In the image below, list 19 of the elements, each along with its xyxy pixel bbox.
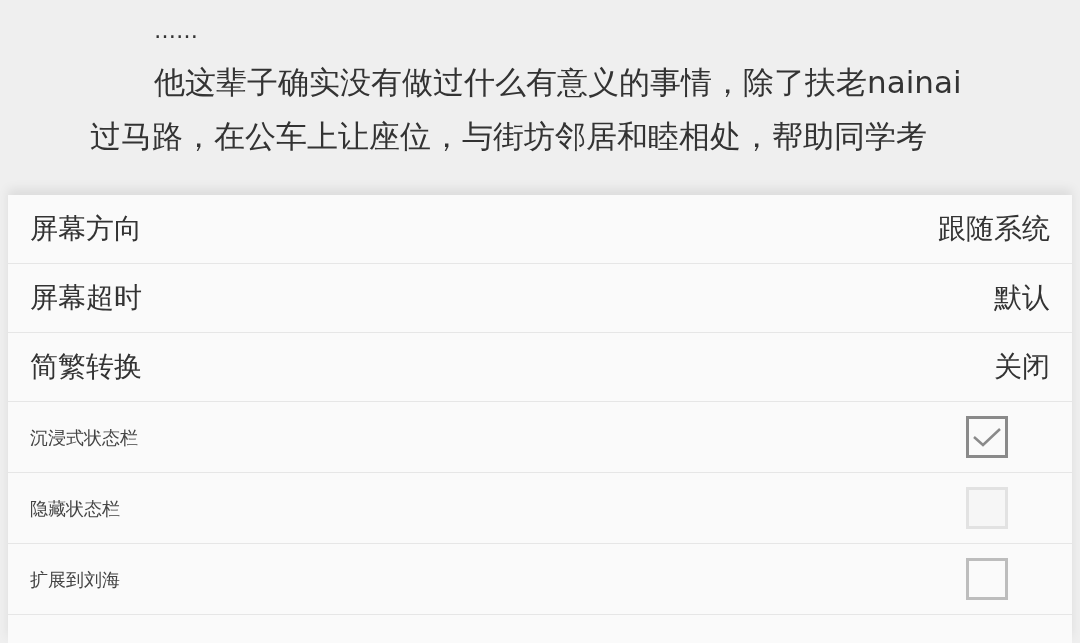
setting-label: 沉浸式状态栏 [30, 425, 138, 450]
setting-value: 默认 [994, 280, 1050, 316]
setting-value: 跟随系统 [938, 211, 1050, 247]
checkbox[interactable] [966, 558, 1008, 600]
checkmark-icon [972, 426, 1002, 448]
setting-label: 扩展到刘海 [30, 567, 120, 592]
story-paragraph: 他这辈子确实没有做过什么有意义的事情，除了扶老nainai过马路，在公车上让座位，与街坊邻居和睦相处，帮助同学考 [90, 63, 963, 156]
setting-label: 简繁转换 [30, 349, 142, 385]
setting-row[interactable]: 简繁转换 关闭 [8, 333, 1072, 402]
setting-row[interactable]: 扩展到刘海 [8, 544, 1072, 615]
setting-label: 屏幕方向 [30, 211, 142, 247]
setting-value: 关闭 [994, 349, 1050, 385]
setting-label: 隐藏状态栏 [30, 496, 120, 521]
setting-row[interactable]: 屏幕超时 默认 [8, 264, 1072, 333]
ellipsis: …… [153, 17, 198, 45]
setting-label: 屏幕超时 [30, 280, 142, 316]
checkbox[interactable] [966, 416, 1008, 458]
setting-row[interactable]: 屏幕方向 跟随系统 [8, 195, 1072, 264]
setting-row[interactable]: 沉浸式状态栏 [8, 402, 1072, 473]
